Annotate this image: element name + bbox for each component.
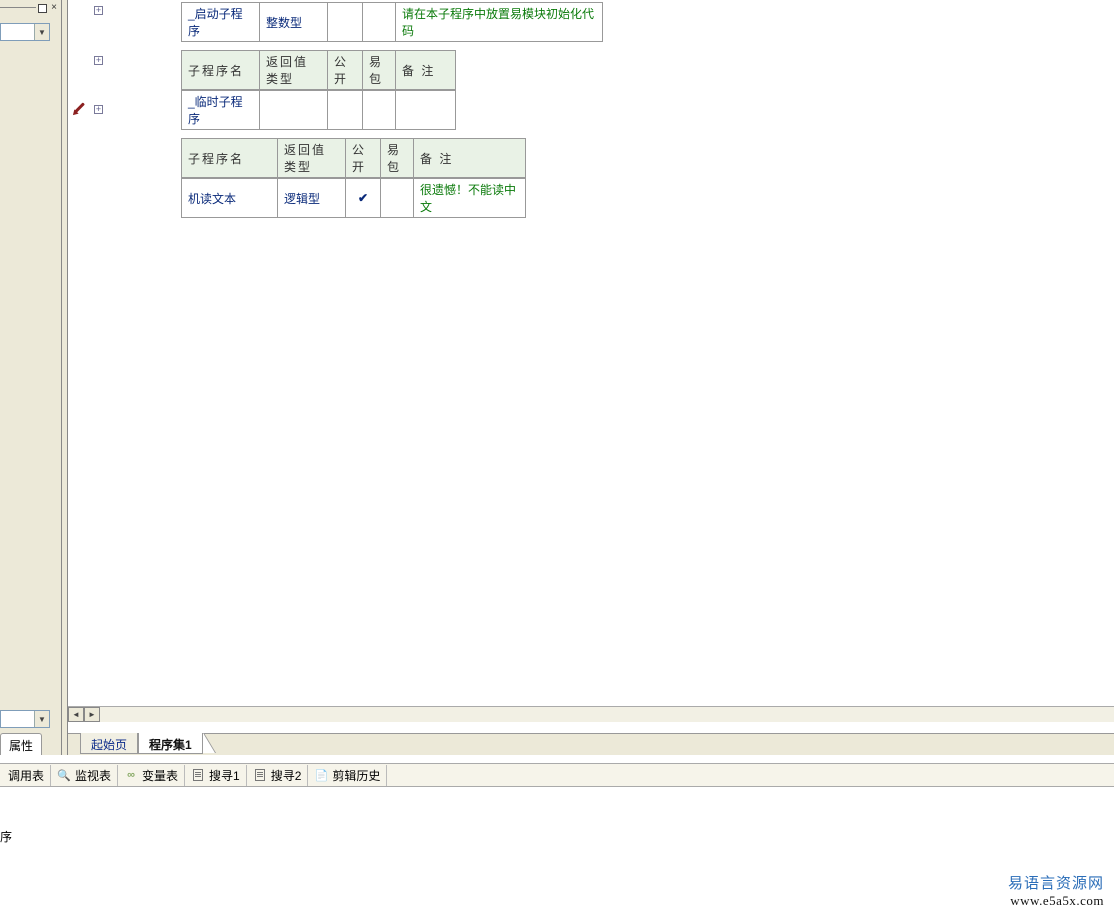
fold-toggle[interactable]: +	[94, 6, 103, 15]
hdr-return: 返回值类型	[278, 139, 346, 178]
scroll-track[interactable]	[100, 707, 1114, 722]
cell-return-type[interactable]: 逻辑型	[278, 179, 346, 218]
fold-toggle[interactable]: +	[94, 105, 103, 114]
cell-public-checked[interactable]: ✔	[346, 179, 381, 218]
search1-button[interactable]: 搜寻1	[185, 765, 247, 786]
tab-properties[interactable]: 属性	[0, 733, 42, 755]
tab-module[interactable]: 程序集1	[138, 733, 203, 754]
hdr-public: 公开	[346, 139, 381, 178]
scroll-left-icon[interactable]: ◄	[68, 707, 84, 722]
clip-history-label: 剪辑历史	[332, 767, 380, 784]
document-icon	[191, 768, 205, 782]
left-side-panel: × ▼ ▼ 属性	[0, 0, 62, 755]
hdr-package: 易包	[363, 51, 396, 90]
cell-remark[interactable]: 很遗憾！不能读中文	[414, 179, 526, 218]
cell-package[interactable]	[381, 179, 414, 218]
call-table-button[interactable]: 调用表	[2, 765, 51, 786]
document-icon	[253, 768, 267, 782]
cell-return-type[interactable]	[260, 91, 328, 130]
cell-name[interactable]: 机读文本	[182, 179, 278, 218]
hdr-name: 子程序名	[182, 139, 278, 178]
subroutine-header: 子程序名 返回值类型 公开 易包 备 注	[181, 50, 456, 90]
edit-cursor-icon	[69, 97, 92, 120]
watch-table-label: 监视表	[75, 767, 111, 784]
hdr-package: 易包	[381, 139, 414, 178]
watermark-url: www.e5a5x.com	[1008, 893, 1104, 909]
cell-name[interactable]: _启动子程序	[182, 3, 260, 42]
watch-table-button[interactable]: 🔍 监视表	[51, 765, 118, 786]
code-editor-panel: + + + _启动子程序 整数型 请在本子程序中放置易模块初始化代码 子程	[68, 0, 1114, 755]
clipboard-icon: 📄	[314, 768, 328, 782]
tab-start-page[interactable]: 起始页	[80, 733, 138, 754]
hdr-remark: 备 注	[396, 51, 456, 90]
subroutine-header: 子程序名 返回值类型 公开 易包 备 注	[181, 138, 526, 178]
cell-public[interactable]	[328, 91, 363, 130]
magnifier-icon: 🔍	[57, 768, 71, 782]
editor-tabs: 起始页 程序集1	[68, 733, 1114, 755]
variable-icon: ∞	[124, 768, 138, 782]
status-text: 序	[0, 828, 12, 845]
left-bottom-select[interactable]: ▼	[0, 710, 50, 728]
search2-button[interactable]: 搜寻2	[247, 765, 309, 786]
watermark: 易语言资源网 www.e5a5x.com	[1008, 872, 1104, 909]
watermark-title: 易语言资源网	[1008, 872, 1104, 893]
cell-name[interactable]: _临时子程序	[182, 91, 260, 130]
cell-remark[interactable]: 请在本子程序中放置易模块初始化代码	[396, 3, 603, 42]
chevron-down-icon: ▼	[34, 24, 49, 40]
subroutine-row[interactable]: 机读文本 逻辑型 ✔ 很遗憾！不能读中文	[181, 178, 526, 218]
clip-history-button[interactable]: 📄 剪辑历史	[308, 765, 387, 786]
subroutine-row[interactable]: _临时子程序	[181, 90, 456, 130]
cell-package[interactable]	[363, 3, 396, 42]
cell-return-type[interactable]: 整数型	[260, 3, 328, 42]
hdr-return: 返回值类型	[260, 51, 328, 90]
panel-close-icon[interactable]: ×	[49, 3, 59, 13]
bottom-toolbar: 调用表 🔍 监视表 ∞ 变量表 搜寻1 搜寻2 📄 剪辑历史	[0, 763, 1114, 787]
panel-maximize-icon[interactable]	[38, 4, 47, 13]
fold-toggle[interactable]: +	[94, 56, 103, 65]
cell-package[interactable]	[363, 91, 396, 130]
tab-slant-decor	[203, 733, 215, 753]
panel-divider	[0, 7, 36, 8]
left-dropdown[interactable]: ▼	[0, 23, 50, 41]
cell-remark[interactable]	[396, 91, 456, 130]
search1-label: 搜寻1	[209, 767, 240, 784]
hdr-name: 子程序名	[182, 51, 260, 90]
horizontal-scrollbar[interactable]: ◄ ►	[68, 706, 1114, 722]
hdr-public: 公开	[328, 51, 363, 90]
search2-label: 搜寻2	[271, 767, 302, 784]
cell-public[interactable]	[328, 3, 363, 42]
hdr-remark: 备 注	[414, 139, 526, 178]
scroll-right-icon[interactable]: ►	[84, 707, 100, 722]
call-table-label: 调用表	[8, 767, 44, 784]
var-table-label: 变量表	[142, 767, 178, 784]
editor-gutter: + + +	[68, 0, 108, 755]
chevron-down-icon: ▼	[34, 711, 49, 727]
subroutine-row[interactable]: _启动子程序 整数型 请在本子程序中放置易模块初始化代码	[181, 2, 603, 42]
var-table-button[interactable]: ∞ 变量表	[118, 765, 185, 786]
